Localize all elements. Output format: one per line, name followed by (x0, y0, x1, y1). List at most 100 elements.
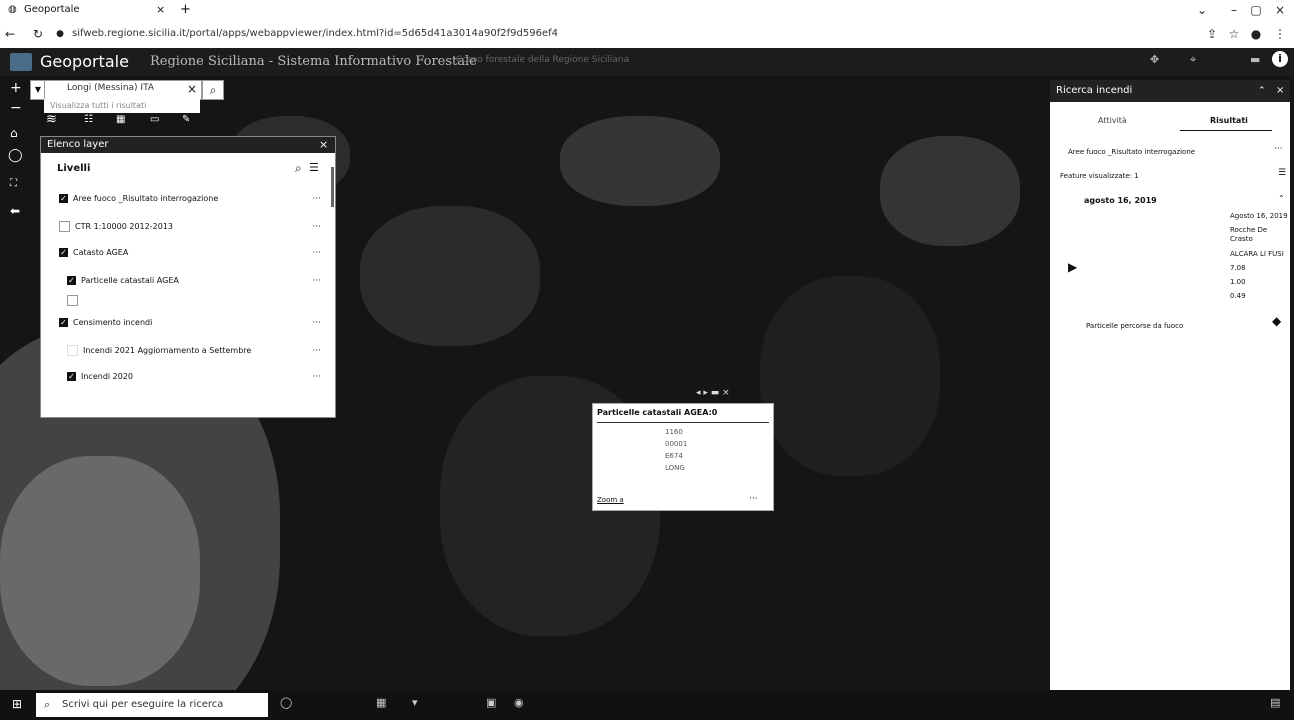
tab-list-icon[interactable]: ⌄ (1194, 2, 1210, 18)
layer-label: Incendi 2021 Aggiornamento a Settembre (83, 346, 252, 355)
info-icon[interactable]: i (1272, 51, 1288, 67)
layer-row[interactable]: ✓ Aree fuoco _Risultato interrogazione ··… (41, 189, 335, 209)
layer-more-icon[interactable]: ··· (312, 313, 321, 333)
tab-attivita[interactable]: Attività (1098, 116, 1127, 125)
tab-title: Geoportale (24, 4, 80, 15)
maximize-icon[interactable]: ▢ (1248, 2, 1264, 18)
globe-icon: ◍ (8, 4, 17, 15)
reload-icon[interactable]: ↻ (30, 26, 46, 42)
taskbar-app-icon[interactable]: ◉ (514, 696, 524, 709)
list-icon[interactable]: ☰ (1278, 168, 1286, 178)
layer-more-icon[interactable]: ··· (312, 341, 321, 361)
layer-more-icon[interactable]: ··· (312, 367, 321, 387)
layer-row[interactable]: ✓ Censimento incendi ··· (41, 313, 335, 333)
taskbar-app-icon[interactable]: ▦ (376, 696, 386, 709)
menu-icon[interactable]: ⋮ (1272, 26, 1288, 42)
header-tool-icon[interactable]: ✥ (1150, 53, 1159, 66)
layer-more-icon[interactable]: ··· (312, 189, 321, 209)
layer-checkbox[interactable] (67, 295, 78, 306)
layer-checkbox[interactable] (59, 221, 70, 232)
app-header: Geoportale Regione Siciliana - Sistema I… (0, 48, 1294, 76)
layer-checkbox[interactable]: ✓ (59, 318, 68, 327)
map-terrain (0, 456, 200, 686)
cortana-icon[interactable]: ◯ (280, 696, 292, 709)
layer-row[interactable] (41, 291, 335, 311)
layer-row[interactable]: ✓ Particelle catastali AGEA ··· (41, 271, 335, 291)
layer-more-icon[interactable]: ··· (312, 217, 321, 237)
popup-value: LONG (665, 464, 685, 472)
windows-start-icon[interactable]: ⊞ (12, 697, 22, 711)
notification-icon[interactable]: ▤ (1270, 696, 1280, 709)
close-icon[interactable]: × (319, 137, 328, 153)
browser-tab[interactable]: ◍ Geoportale × + (0, 0, 200, 20)
minimize-icon[interactable]: – (1226, 2, 1242, 18)
taskbar-search-input[interactable]: ⌕ Scrivi qui per eseguire la ricerca (36, 693, 268, 717)
header-tool-icon[interactable]: ▬ (1250, 53, 1260, 66)
popup-more-icon[interactable]: ··· (749, 494, 758, 504)
popup-controls[interactable]: ◂ ▸ ▬ × (696, 388, 730, 398)
layer-row[interactable]: Incendi 2021 Aggiornamento a Settembre ·… (41, 341, 335, 361)
result-value: Agosto 16, 2019 (1230, 212, 1288, 220)
flag-icon[interactable]: ▶ (1068, 260, 1077, 274)
close-tab-icon[interactable]: × (156, 0, 165, 20)
layer-row[interactable]: ✓ Incendi 2020 ··· (41, 367, 335, 387)
layer-label: Aree fuoco _Risultato interrogazione (73, 194, 219, 203)
layer-section-title: Livelli (57, 163, 91, 174)
result-value: ALCARA LI FUSI (1230, 250, 1284, 258)
legend-icon[interactable]: ☷ (84, 114, 93, 125)
zoom-out-icon[interactable]: − (10, 100, 22, 116)
search-suggestion[interactable]: Visualizza tutti i risultati (44, 99, 200, 113)
search-value: Longi (Messina) ITA (67, 83, 155, 93)
layer-checkbox[interactable]: ✓ (67, 276, 76, 285)
home-icon[interactable]: ⌂ (10, 126, 18, 140)
layer-label: CTR 1:10000 2012-2013 (75, 222, 173, 231)
header-tool-icon[interactable]: ⌖ (1190, 53, 1196, 67)
locate-icon[interactable]: ◯ (8, 148, 23, 163)
layer-row[interactable]: CTR 1:10000 2012-2013 ··· (41, 217, 335, 237)
layer-row[interactable]: ✓ Catasto AGEA ··· (41, 243, 335, 263)
bookmark-star-icon[interactable]: ☆ (1226, 26, 1242, 42)
layer-checkbox[interactable] (67, 345, 78, 356)
zoom-in-icon[interactable]: + (10, 80, 22, 96)
more-icon[interactable]: ··· (1274, 144, 1283, 154)
close-window-icon[interactable]: × (1272, 2, 1288, 18)
profile-icon[interactable]: ● (1248, 26, 1264, 42)
lock-icon: ● (56, 29, 64, 39)
result-value: Rocche De Crasto (1230, 226, 1268, 243)
measure-icon[interactable]: ▭ (150, 114, 159, 125)
tab-risultati[interactable]: Risultati (1210, 116, 1248, 125)
back-icon[interactable]: ← (2, 26, 18, 42)
url-field[interactable]: sifweb.regione.sicilia.it/portal/apps/we… (72, 26, 832, 42)
layer-checkbox[interactable]: ✓ (67, 372, 76, 381)
layer-more-icon[interactable]: ··· (312, 243, 321, 263)
feature-popup: Particelle catastali AGEA:0 1160 00001 E… (592, 403, 774, 511)
share-icon[interactable]: ⇪ (1204, 26, 1220, 42)
search-icon: ⌕ (209, 83, 217, 97)
layers-icon[interactable]: ≋ (46, 112, 57, 127)
taskbar-app-icon[interactable]: ▣ (486, 696, 496, 709)
export-icon[interactable]: ◆ (1272, 314, 1281, 328)
filter-icon[interactable]: ☰ (309, 161, 319, 174)
chevron-up-icon[interactable]: ⌃ (1278, 194, 1285, 203)
result-date-header: agosto 16, 2019 (1084, 196, 1157, 205)
draw-icon[interactable]: ✎ (182, 114, 190, 125)
clear-search-icon[interactable]: × (187, 82, 197, 96)
taskbar-app-icon[interactable]: ▾ (412, 696, 418, 709)
result-value: 0.49 (1230, 292, 1246, 300)
layer-checkbox[interactable]: ✓ (59, 248, 68, 257)
layer-list-panel: Elenco layer × Livelli ⌕ ☰ ✓ Aree fuoco _… (40, 136, 336, 418)
arrow-left-icon[interactable]: ⬅ (10, 204, 20, 218)
layer-more-icon[interactable]: ··· (312, 271, 321, 291)
taskbar: ⊞ ⌕ Scrivi qui per eseguire la ricerca ◯… (0, 690, 1294, 720)
search-input[interactable]: Longi (Messina) ITA × (44, 80, 202, 100)
search-icon[interactable]: ⌕ (295, 161, 302, 176)
basemap-icon[interactable]: ▦ (116, 114, 125, 125)
fullscreen-icon[interactable]: ⛶ (10, 178, 17, 189)
new-tab-icon[interactable]: + (180, 0, 191, 20)
search-button[interactable]: ⌕ (202, 80, 224, 100)
layer-checkbox[interactable]: ✓ (59, 194, 68, 203)
app-faded-text: Corpo forestale della Regione Siciliana (456, 55, 630, 65)
close-icon[interactable]: × (1276, 80, 1284, 102)
zoom-link[interactable]: Zoom a (597, 496, 624, 504)
collapse-icon[interactable]: ⌃ (1258, 80, 1266, 102)
